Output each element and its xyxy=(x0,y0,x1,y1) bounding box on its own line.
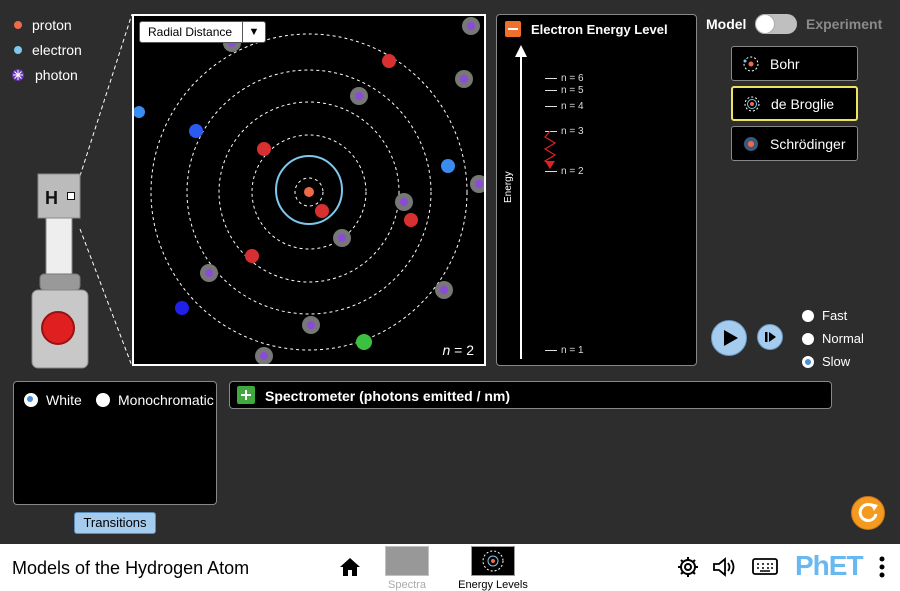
schrodinger-icon xyxy=(742,135,760,153)
speed-label: Normal xyxy=(822,331,864,346)
current-level-label: n = 2 xyxy=(442,342,474,358)
light-white-option[interactable]: White xyxy=(24,392,82,408)
model-label: de Broglie xyxy=(771,95,835,112)
model-schrodinger-button[interactable]: Schrödinger xyxy=(731,126,858,161)
home-icon[interactable] xyxy=(339,557,361,577)
de-broglie-icon xyxy=(743,95,761,113)
energy-axis-arrow xyxy=(515,45,527,359)
play-icon xyxy=(724,330,738,346)
tab-energy-levels[interactable]: Energy Levels xyxy=(458,546,528,591)
transitions-button[interactable]: Transitions xyxy=(74,512,156,534)
transition-squiggle-icon xyxy=(543,131,557,169)
bohr-icon xyxy=(742,55,760,73)
model-bohr-button[interactable]: Bohr xyxy=(731,46,858,81)
level-4: n = 4 xyxy=(545,101,584,112)
phet-logo[interactable]: PhET xyxy=(795,550,864,582)
level-1: n = 1 xyxy=(545,345,584,356)
model-experiment-toggle[interactable] xyxy=(755,14,797,34)
chevron-down-icon: ▼ xyxy=(242,22,265,42)
play-button[interactable] xyxy=(711,320,747,356)
radio-icon xyxy=(802,332,814,345)
energy-axis-label: Energy xyxy=(503,171,514,203)
speed-slow[interactable]: Slow xyxy=(802,354,850,369)
sound-icon[interactable] xyxy=(712,556,738,578)
tab-label: Spectra xyxy=(388,579,426,591)
energy-level-panel: Electron Energy Level Energy n = 6 n = 5… xyxy=(496,14,697,366)
expand-button[interactable] xyxy=(237,386,255,404)
tab-label: Energy Levels xyxy=(458,579,528,591)
step-button[interactable] xyxy=(757,324,783,350)
orbit-diagram xyxy=(134,17,484,364)
model-de-broglie-button[interactable]: de Broglie xyxy=(731,86,858,121)
more-options-icon[interactable] xyxy=(878,556,886,580)
reset-icon xyxy=(858,502,878,522)
keyboard-icon[interactable] xyxy=(752,556,778,576)
radial-distance-dropdown[interactable]: Radial Distance ▼ xyxy=(139,21,266,43)
reset-button[interactable] xyxy=(851,496,885,530)
gun-label: H xyxy=(45,188,58,208)
speed-normal[interactable]: Normal xyxy=(802,331,864,346)
spectrometer-panel: Spectrometer (photons emitted / nm) xyxy=(229,381,832,409)
light-label: White xyxy=(46,392,82,408)
collapse-button[interactable] xyxy=(505,21,521,37)
radio-icon xyxy=(802,309,814,322)
spectra-thumbnail-icon xyxy=(385,546,429,576)
energy-panel-title: Electron Energy Level xyxy=(531,22,668,37)
speed-fast[interactable]: Fast xyxy=(802,308,847,323)
experiment-label: Experiment xyxy=(806,16,883,32)
navigation-bar: Models of the Hydrogen Atom Spectra Ener… xyxy=(0,544,900,591)
toggle-knob xyxy=(755,14,775,34)
model-label: Bohr xyxy=(770,55,800,72)
model-label: Model xyxy=(706,16,747,32)
radio-icon xyxy=(802,355,814,368)
light-label: Monochromatic xyxy=(118,392,214,408)
level-6: n = 6 xyxy=(545,73,584,84)
level-5: n = 5 xyxy=(545,85,584,96)
speed-label: Slow xyxy=(822,354,851,369)
light-type-panel: White Monochromatic xyxy=(13,381,217,505)
speed-label: Fast xyxy=(822,308,848,323)
tab-spectra[interactable]: Spectra xyxy=(372,546,442,591)
sim-title: Models of the Hydrogen Atom xyxy=(12,558,250,578)
gun-box-icon xyxy=(67,192,75,200)
light-source xyxy=(31,14,133,369)
atom-view: Radial Distance ▼ n = 2 xyxy=(132,14,486,366)
step-icon xyxy=(765,332,776,342)
gear-icon[interactable] xyxy=(677,556,699,578)
spectrometer-title: Spectrometer (photons emitted / nm) xyxy=(265,388,511,404)
light-monochromatic-option[interactable]: Monochromatic xyxy=(96,392,214,408)
model-label: Schrödinger xyxy=(770,135,846,152)
radio-icon xyxy=(24,393,38,407)
dropdown-value: Radial Distance xyxy=(148,25,233,39)
energy-levels-thumbnail-icon xyxy=(471,546,515,576)
fire-button[interactable] xyxy=(41,311,75,345)
radio-icon xyxy=(96,393,110,407)
